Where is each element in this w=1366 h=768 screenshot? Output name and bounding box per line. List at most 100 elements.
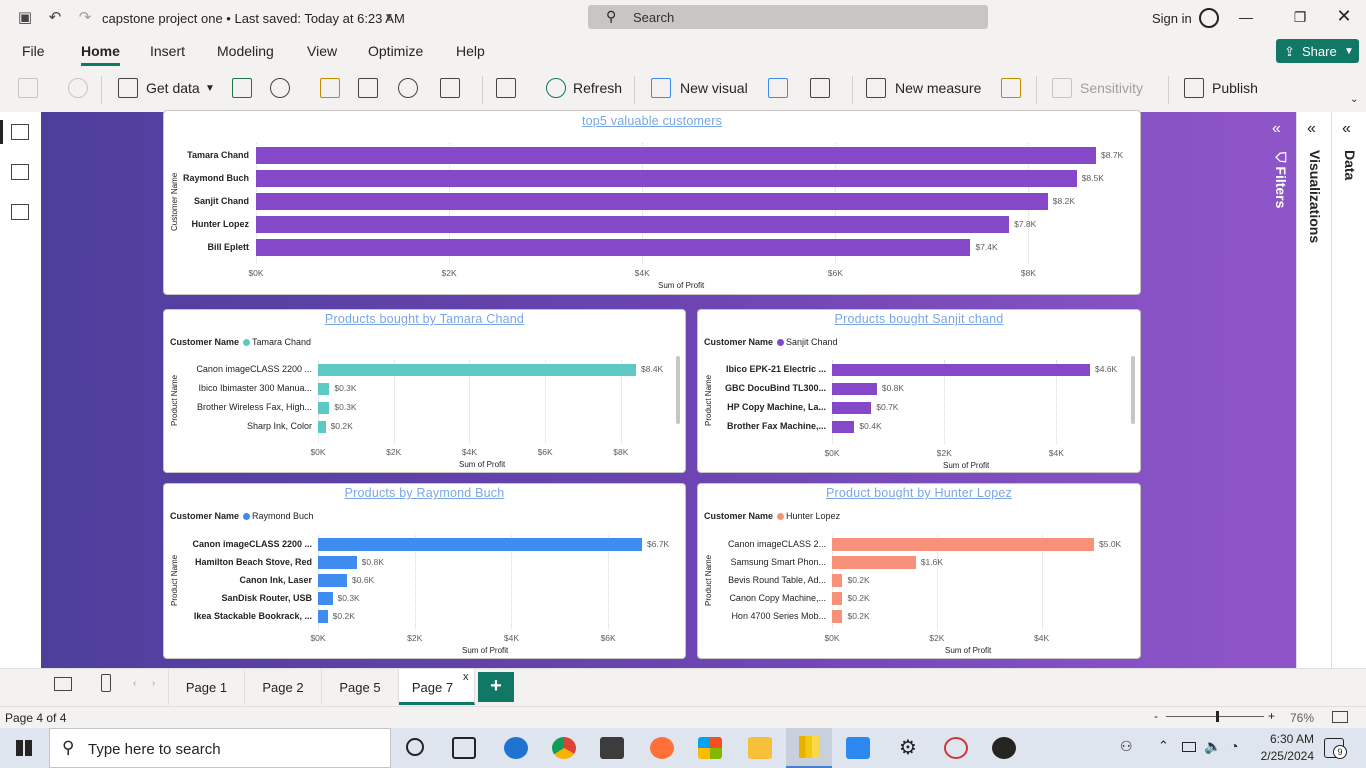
show-hidden-icons[interactable]: ⌃ (1158, 738, 1169, 754)
report-canvas[interactable]: top5 valuable customers $0K $2K $4K $6K $8K Ta… (41, 110, 1264, 668)
powerbi-taskbar-button[interactable] (786, 728, 832, 768)
scroll-right-icon[interactable]: › (152, 678, 155, 689)
get-data-button[interactable]: Get data (146, 80, 200, 96)
table-view-icon[interactable] (11, 164, 29, 180)
menu-view[interactable]: View (307, 43, 337, 59)
bar[interactable] (832, 610, 843, 623)
enter-data-icon[interactable] (358, 78, 378, 98)
battery-icon[interactable] (1182, 742, 1196, 752)
edge-icon[interactable] (504, 737, 528, 759)
bar[interactable] (318, 402, 330, 414)
taskbar-search[interactable]: ⚲ Type here to search (49, 728, 391, 768)
bar[interactable] (318, 383, 330, 395)
bar[interactable] (832, 383, 877, 395)
bar[interactable] (256, 239, 971, 256)
undo-icon[interactable]: ↶ (46, 9, 64, 27)
expand-data-icon[interactable]: « (1342, 120, 1351, 138)
bar[interactable] (318, 421, 326, 433)
expand-visualizations-icon[interactable]: « (1307, 120, 1316, 138)
bar[interactable] (832, 556, 916, 569)
filters-pane[interactable]: « ⛉ Filters (1264, 112, 1296, 668)
menu-modeling[interactable]: Modeling (217, 43, 274, 59)
quick-measure-icon[interactable] (1001, 78, 1021, 98)
bar[interactable] (318, 574, 347, 587)
new-measure-button[interactable]: New measure (895, 80, 981, 96)
refresh-button[interactable]: Refresh (573, 80, 622, 96)
file-explorer-icon[interactable] (748, 737, 772, 759)
chevron-down-icon[interactable]: ▼ (205, 83, 215, 94)
publish-button[interactable]: Publish (1212, 80, 1258, 96)
transform-data-icon[interactable] (496, 78, 516, 98)
menu-home[interactable]: Home (81, 43, 120, 59)
bar[interactable] (832, 421, 855, 433)
tab-page-1[interactable]: Page 1 (168, 669, 245, 705)
bar[interactable] (832, 538, 1094, 551)
minimize-icon[interactable]: — (1236, 9, 1256, 25)
windows-start-icon[interactable] (16, 740, 32, 756)
text-box-icon[interactable] (768, 78, 788, 98)
new-visual-button[interactable]: New visual (680, 80, 748, 96)
bar[interactable] (832, 402, 872, 414)
bar[interactable] (832, 592, 843, 605)
collapse-ribbon-icon[interactable]: ⌄ (1350, 94, 1358, 105)
bar[interactable] (256, 193, 1048, 210)
bar[interactable] (832, 364, 1090, 376)
snipping-tool-icon[interactable] (944, 737, 968, 759)
vertical-scrollbar[interactable] (676, 356, 680, 424)
chevron-down-icon[interactable]: ▼ (380, 9, 398, 27)
notifications-icon[interactable]: 9 (1324, 738, 1347, 759)
save-icon[interactable]: ▣ (16, 9, 34, 27)
onelake-icon[interactable] (270, 78, 290, 98)
settings-icon[interactable]: ⚙ (896, 737, 920, 759)
bar[interactable] (318, 556, 357, 569)
photos-icon[interactable] (992, 737, 1016, 759)
tab-page-2[interactable]: Page 2 (245, 669, 322, 705)
chart-legend[interactable]: Customer Name Hunter Lopez (704, 511, 840, 521)
task-view-icon[interactable] (452, 737, 476, 759)
people-icon[interactable]: ⚇ (1120, 738, 1133, 755)
mobile-layout-icon[interactable] (101, 674, 111, 692)
bar[interactable] (256, 147, 1096, 164)
vertical-scrollbar[interactable] (1131, 356, 1135, 424)
bar[interactable] (318, 538, 642, 551)
menu-help[interactable]: Help (456, 43, 485, 59)
sql-server-icon[interactable] (320, 78, 340, 98)
bar[interactable] (256, 170, 1077, 187)
share-button[interactable]: ⇪ Share ▼ (1276, 39, 1359, 63)
menu-optimize[interactable]: Optimize (368, 43, 423, 59)
sign-in-link[interactable]: Sign in (1152, 11, 1192, 26)
wifi-icon[interactable]: ◔ (1230, 738, 1238, 754)
chrome-icon[interactable] (552, 737, 576, 759)
top5-customers-chart[interactable]: top5 valuable customers $0K $2K $4K $6K $8K Ta… (163, 110, 1141, 295)
zoom-out-button[interactable]: - (1154, 709, 1158, 723)
restore-icon[interactable]: ❐ (1290, 9, 1310, 26)
visualizations-pane[interactable]: « Visualizations (1296, 112, 1331, 668)
format-painter-icon[interactable] (68, 78, 88, 98)
avatar-icon[interactable] (1199, 8, 1219, 28)
store-icon[interactable] (698, 737, 722, 759)
tab-page-5[interactable]: Page 5 (322, 669, 399, 705)
chart-title[interactable]: top5 valuable customers (164, 114, 1140, 128)
cortana-icon[interactable] (406, 738, 424, 756)
bar[interactable] (832, 574, 843, 587)
mail-icon[interactable] (600, 737, 624, 759)
add-page-button[interactable]: + (478, 672, 514, 702)
scroll-left-icon[interactable]: ‹ (133, 678, 136, 689)
firefox-icon[interactable] (650, 737, 674, 759)
remote-desktop-icon[interactable] (846, 737, 870, 759)
paste-icon[interactable] (18, 78, 38, 98)
model-view-icon[interactable] (11, 204, 29, 220)
close-tab-icon[interactable]: x (463, 671, 469, 683)
excel-icon[interactable] (232, 78, 252, 98)
chart-legend[interactable]: Customer Name Sanjit Chand (704, 337, 838, 347)
chart-title[interactable]: Products bought Sanjit chand (698, 312, 1140, 326)
expand-filters-icon[interactable]: « (1272, 120, 1281, 138)
bar[interactable] (318, 364, 636, 376)
zoom-slider-thumb[interactable] (1215, 711, 1219, 722)
chart-legend[interactable]: Customer Name Tamara Chand (170, 337, 311, 347)
chart-title[interactable]: Product bought by Hunter Lopez (698, 486, 1140, 500)
tab-page-7[interactable]: Page 7 x (399, 669, 475, 705)
dataverse-icon[interactable] (398, 78, 418, 98)
bar[interactable] (318, 610, 328, 623)
chart-title[interactable]: Products bought by Tamara Chand (164, 312, 685, 326)
